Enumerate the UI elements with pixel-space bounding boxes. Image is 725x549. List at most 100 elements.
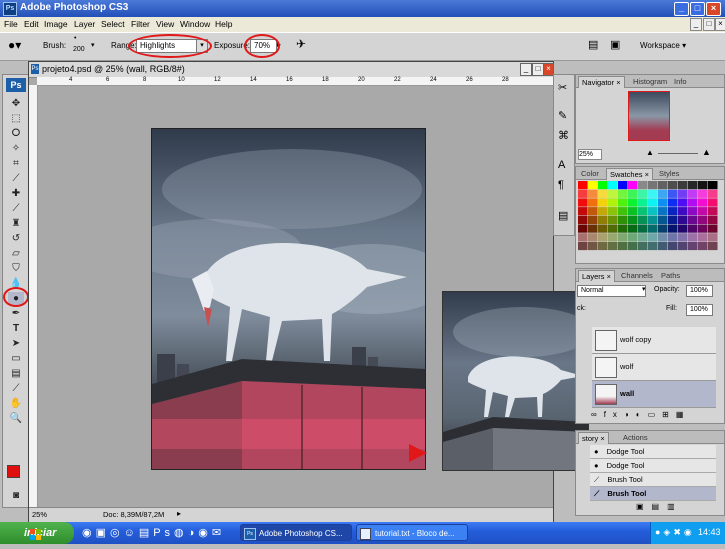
swatch-cell[interactable]	[638, 189, 648, 198]
swatch-cell[interactable]	[618, 224, 628, 233]
swatch-cell[interactable]	[698, 224, 708, 233]
slice-tool-icon[interactable]: ⟋	[8, 172, 24, 185]
path-selection-tool-icon[interactable]: ➤	[8, 337, 24, 350]
menu-window[interactable]: Window	[180, 19, 210, 29]
swatch-cell[interactable]	[668, 207, 678, 216]
swatch-cell[interactable]	[578, 198, 588, 207]
blend-mode-dropdown-icon[interactable]: ▾	[642, 285, 646, 293]
swatch-cell[interactable]	[618, 198, 628, 207]
clone-stamp-tool-icon[interactable]: ♜	[8, 217, 24, 230]
swatch-cell[interactable]	[618, 189, 628, 198]
swatch-cell[interactable]	[608, 189, 618, 198]
swatch-cell[interactable]	[658, 241, 668, 251]
swatch-cell[interactable]	[708, 215, 718, 224]
swatch-cell[interactable]	[618, 181, 628, 190]
swatch-cell[interactable]	[598, 233, 608, 242]
swatch-cell[interactable]	[688, 224, 698, 233]
tab-paths[interactable]: Paths	[658, 270, 683, 281]
swatch-cell[interactable]	[648, 215, 658, 224]
swatch-cell[interactable]	[708, 189, 718, 198]
swatch-cell[interactable]	[588, 233, 598, 242]
swatch-cell[interactable]	[658, 207, 668, 216]
swatch-cell[interactable]	[628, 233, 638, 242]
swatch-cell[interactable]	[588, 207, 598, 216]
swatch-cell[interactable]	[578, 215, 588, 224]
history-item-selected[interactable]: ⟋ Brush Tool	[590, 487, 716, 501]
menu-view[interactable]: View	[156, 19, 174, 29]
menu-image[interactable]: Image	[44, 19, 68, 29]
swatch-cell[interactable]	[678, 189, 688, 198]
document-minimize-button[interactable]: _	[520, 63, 532, 76]
swatch-cell[interactable]	[668, 189, 678, 198]
swatch-cell[interactable]	[678, 241, 688, 251]
zoom-slider[interactable]	[658, 153, 698, 154]
minimize-button[interactable]: _	[674, 2, 689, 16]
swatch-cell[interactable]	[628, 207, 638, 216]
opacity-input[interactable]: 100%	[686, 285, 713, 297]
tab-actions[interactable]: Actions	[620, 432, 651, 443]
history-item[interactable]: ⟋ Brush Tool	[590, 473, 716, 487]
layer-comps-icon[interactable]: ▤	[558, 209, 568, 222]
tab-layers[interactable]: Layers ×	[578, 270, 615, 282]
swatch-cell[interactable]	[698, 189, 708, 198]
swatch-cell[interactable]	[658, 215, 668, 224]
swatch-cell[interactable]	[588, 189, 598, 198]
zoom-in-icon[interactable]: ▲	[702, 147, 711, 157]
swatch-cell[interactable]	[688, 241, 698, 251]
layer-row[interactable]: wolf copy	[592, 327, 716, 354]
swatch-cell[interactable]	[598, 189, 608, 198]
swatch-cell[interactable]	[678, 215, 688, 224]
clone-source-icon[interactable]: ⌘	[558, 129, 569, 142]
pen-tool-icon[interactable]: ✒	[8, 307, 24, 320]
history-item[interactable]: ● Dodge Tool	[590, 445, 716, 459]
swatch-cell[interactable]	[628, 189, 638, 198]
swatch-cell[interactable]	[698, 233, 708, 242]
swatch-cell[interactable]	[688, 189, 698, 198]
swatch-cell[interactable]	[638, 181, 648, 190]
bridge-icon[interactable]: ▣	[610, 38, 620, 51]
document-zoom[interactable]: 25%	[32, 510, 47, 519]
swatch-cell[interactable]	[598, 241, 608, 251]
swatch-cell[interactable]	[668, 215, 678, 224]
eraser-tool-icon[interactable]: ▱	[8, 247, 24, 260]
vertical-ruler[interactable]	[29, 85, 38, 510]
tab-histogram[interactable]: Histogram	[630, 76, 670, 87]
swatch-cell[interactable]	[688, 198, 698, 207]
tab-swatches[interactable]: Swatches ×	[606, 168, 653, 180]
swatch-cell[interactable]	[688, 181, 698, 190]
swatch-cell[interactable]	[618, 207, 628, 216]
horizontal-ruler[interactable]: 4 6 8 10 12 14 16 18 20 22 24 26 28	[37, 77, 553, 86]
swatch-cell[interactable]	[658, 189, 668, 198]
swatch-cell[interactable]	[688, 233, 698, 242]
foreground-color-swatch[interactable]	[7, 465, 20, 478]
swatches-grid[interactable]	[578, 181, 718, 253]
workspace-button[interactable]: Workspace ▾	[640, 41, 686, 50]
file-browser-icon[interactable]: ▤	[588, 38, 598, 51]
swatch-cell[interactable]	[668, 224, 678, 233]
swatch-cell[interactable]	[638, 198, 648, 207]
swatch-cell[interactable]	[708, 224, 718, 233]
tab-styles[interactable]: Styles	[656, 168, 682, 179]
menu-file[interactable]: File	[4, 19, 18, 29]
swatch-cell[interactable]	[628, 198, 638, 207]
maximize-button[interactable]: □	[690, 2, 705, 16]
doc-restore-button[interactable]: □	[703, 18, 715, 31]
tab-channels[interactable]: Channels	[618, 270, 656, 281]
swatch-cell[interactable]	[678, 224, 688, 233]
swatch-cell[interactable]	[658, 233, 668, 242]
zoom-out-icon[interactable]: ▲	[646, 148, 654, 157]
paint-bucket-tool-icon[interactable]: ⛉	[8, 262, 24, 275]
shape-tool-icon[interactable]: ▭	[8, 352, 24, 365]
marquee-tool-icon[interactable]: ⬚	[8, 112, 24, 125]
swatch-cell[interactable]	[628, 224, 638, 233]
swatch-cell[interactable]	[658, 181, 668, 190]
swatch-cell[interactable]	[638, 215, 648, 224]
hand-tool-icon[interactable]: ✋	[8, 397, 24, 410]
zoom-tool-icon[interactable]: 🔍	[8, 412, 24, 425]
swatch-cell[interactable]	[578, 224, 588, 233]
swatch-cell[interactable]	[608, 198, 618, 207]
close-button[interactable]: ×	[706, 2, 721, 16]
swatch-cell[interactable]	[648, 224, 658, 233]
swatch-cell[interactable]	[608, 224, 618, 233]
dodge-tool-preset-icon[interactable]: ●▾	[8, 38, 21, 52]
